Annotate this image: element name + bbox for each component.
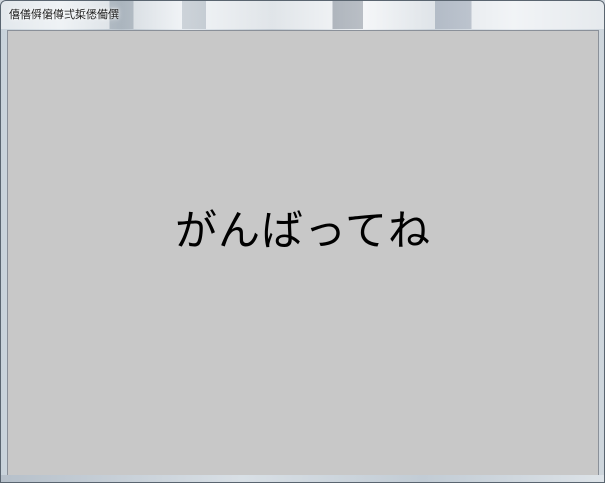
app-window: 僖僐僢僒僔弍梊僁僃僎 がんばってね <box>0 0 605 483</box>
message-text: がんばってね <box>175 206 431 255</box>
window-title: 僖僐僢僒僔弍梊僁僃僎 <box>9 8 119 21</box>
client-area[interactable]: がんばってね <box>8 31 598 476</box>
client-frame: がんばってね <box>7 30 599 477</box>
window-bottom-border <box>1 475 604 482</box>
